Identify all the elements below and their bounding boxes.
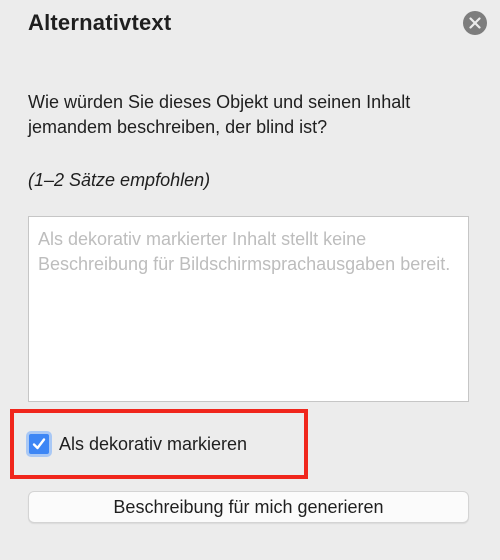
panel-title: Alternativtext <box>28 10 172 35</box>
close-circle-icon <box>469 17 481 29</box>
checkmark-icon <box>31 436 47 452</box>
decorative-checkbox-label: Als dekorativ markieren <box>59 433 248 454</box>
close-button[interactable] <box>463 11 487 35</box>
description-question: Wie würden Sie dieses Objekt und seinen … <box>28 92 411 137</box>
alt-text-panel: Alternativtext Wie würden Sie dieses Obj… <box>0 0 500 560</box>
decorative-checkbox-row[interactable]: Als dekorativ markieren <box>26 429 247 459</box>
decorative-checkbox[interactable] <box>26 431 52 457</box>
generate-description-button[interactable]: Beschreibung für mich generieren <box>28 491 469 523</box>
description-textarea[interactable] <box>28 216 469 402</box>
sentence-count-hint: (1–2 Sätze empfohlen) <box>28 170 211 190</box>
